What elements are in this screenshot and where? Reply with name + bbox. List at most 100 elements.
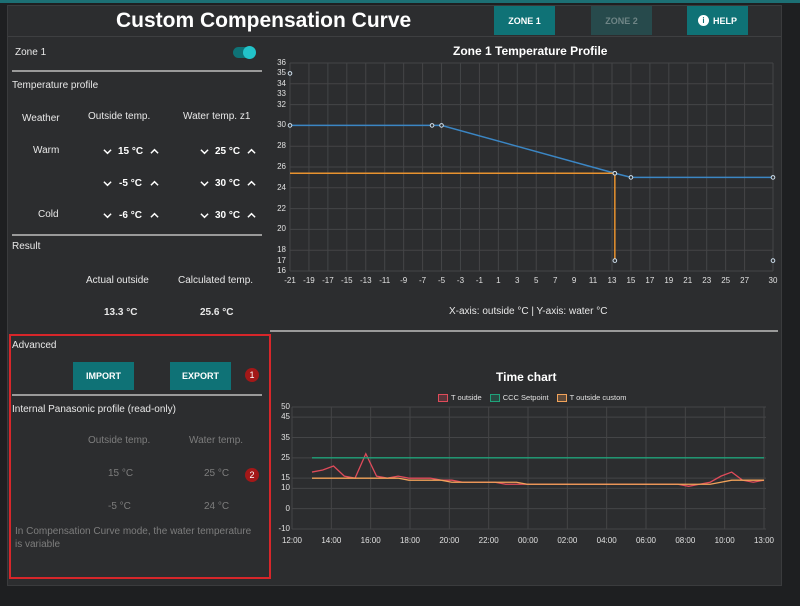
y-tick-label: 15 (281, 473, 290, 483)
export-button[interactable]: EXPORT (170, 362, 231, 390)
x-tick-label: 10:00 (714, 536, 735, 545)
help-label: HELP (712, 15, 737, 26)
chevron-down-icon[interactable] (100, 208, 114, 222)
legend-item[interactable]: T outside custom (556, 393, 627, 402)
outside-temp-stepper[interactable]: 15 °C (100, 143, 161, 159)
x-tick-label: -15 (341, 276, 353, 285)
chevron-down-icon[interactable] (100, 144, 114, 158)
x-tick-label: 08:00 (675, 536, 696, 545)
profile-chart-title: Zone 1 Temperature Profile (453, 44, 608, 58)
legend-label: T outside (451, 393, 482, 402)
actual-outside-value: 13.3 °C (104, 307, 138, 318)
zone2-button[interactable]: ZONE 2 (591, 6, 652, 35)
x-tick-label: 13 (607, 276, 617, 285)
current-point (612, 170, 618, 176)
chevron-up-icon[interactable] (244, 176, 258, 190)
help-button[interactable]: i HELP (687, 6, 748, 35)
current-marker-point (612, 258, 618, 263)
outside-temp-stepper[interactable]: -5 °C (100, 175, 161, 191)
app-window: Custom Compensation Curve ZONE 1 ZONE 2 … (7, 5, 782, 586)
outside-temp-value: -5 °C (119, 177, 142, 189)
row-label-warm: Warm (33, 145, 60, 156)
x-tick-label: -11 (379, 276, 391, 285)
header: Custom Compensation Curve ZONE 1 ZONE 2 … (8, 6, 781, 37)
internal-col-outside: Outside temp. (88, 435, 151, 446)
y-tick-label: 32 (277, 99, 286, 109)
y-tick-label: 30 (277, 120, 286, 130)
zone-toggle[interactable] (233, 46, 256, 59)
x-tick-label: -7 (419, 276, 427, 285)
internal-water-value: 24 °C (204, 501, 230, 512)
current-marker-line (290, 172, 616, 261)
x-tick-label: 14:00 (321, 536, 342, 545)
water-temp-stepper[interactable]: 30 °C (197, 207, 258, 223)
x-tick-label: -17 (322, 276, 334, 285)
chevron-up-icon[interactable] (147, 176, 161, 190)
internal-outside-value: -5 °C (108, 501, 131, 512)
profile-extra-point (770, 258, 776, 263)
internal-profile-heading: Internal Panasonic profile (read-only) (12, 404, 176, 415)
chevron-up-icon[interactable] (147, 208, 161, 222)
zone1-button[interactable]: ZONE 1 (494, 6, 555, 35)
internal-water-value: 25 °C (204, 468, 230, 479)
outside-temp-stepper[interactable]: -6 °C (100, 207, 161, 223)
legend-label: T outside custom (569, 393, 627, 402)
y-tick-label: 35 (281, 432, 290, 442)
divider (12, 234, 262, 236)
time-chart-title: Time chart (496, 370, 557, 384)
x-tick-label: 20:00 (439, 536, 460, 545)
y-tick-label: 26 (277, 162, 286, 171)
x-tick-label: -3 (456, 276, 465, 285)
outside-temp-value: 15 °C (117, 145, 144, 157)
x-tick-label: 7 (552, 276, 558, 285)
toggle-knob (243, 46, 256, 59)
chevron-up-icon[interactable] (244, 208, 258, 222)
x-tick-label: 04:00 (596, 536, 617, 545)
chevron-down-icon[interactable] (197, 144, 211, 158)
x-tick-label: 12:00 (281, 536, 303, 545)
profile-curve-point (770, 175, 776, 180)
x-tick-label: -9 (400, 276, 408, 285)
chevron-up-icon[interactable] (244, 144, 258, 158)
profile-extra-point (287, 71, 293, 76)
water-temp-value: 30 °C (214, 177, 241, 189)
calculated-temp-value: 25.6 °C (200, 307, 234, 318)
import-button[interactable]: IMPORT (73, 362, 134, 390)
chevron-down-icon[interactable] (197, 208, 211, 222)
x-tick-label: 18:00 (399, 536, 421, 545)
profile-curve-line (290, 124, 773, 179)
profile-curve-point (439, 123, 444, 128)
y-tick-label: 10 (281, 483, 290, 493)
actual-outside-label: Actual outside (86, 275, 149, 286)
x-tick-label: 9 (571, 276, 577, 285)
x-tick-label: 11 (588, 276, 598, 285)
chevron-down-icon[interactable] (197, 176, 211, 190)
y-tick-label: 20 (277, 224, 286, 234)
profile-curve-point (429, 123, 435, 128)
profile-chart-caption: X-axis: outside °C | Y-axis: water °C (449, 306, 608, 317)
chevron-down-icon[interactable] (100, 176, 114, 190)
advanced-panel: Advanced IMPORT EXPORT 1 Internal Panaso… (8, 332, 270, 580)
page-title: Custom Compensation Curve (116, 9, 412, 32)
water-temp-stepper[interactable]: 30 °C (197, 175, 258, 191)
chevron-up-icon[interactable] (147, 144, 161, 158)
y-tick-label: 22 (277, 203, 286, 213)
zone-label: Zone 1 (15, 47, 47, 58)
y-tick-label: 24 (277, 182, 286, 192)
x-tick-label: 15 (626, 276, 636, 285)
y-tick-label: 34 (277, 78, 286, 88)
y-tick-label: 45 (281, 412, 290, 422)
x-tick-label: 21 (683, 276, 693, 285)
t-outside-line (311, 452, 765, 487)
divider (12, 394, 262, 396)
calculated-temp-label: Calculated temp. (178, 275, 254, 286)
legend-item[interactable]: CCC Setpoint (489, 393, 549, 402)
x-tick-label: -21 (284, 276, 296, 285)
y-tick-label: -10 (278, 524, 290, 533)
water-temp-stepper[interactable]: 25 °C (197, 143, 258, 159)
y-tick-label: 18 (277, 245, 286, 255)
legend-item[interactable]: T outside (438, 393, 482, 402)
y-tick-label: 17 (277, 255, 286, 265)
legend-swatch (438, 393, 448, 402)
y-tick-label: 33 (277, 89, 286, 99)
